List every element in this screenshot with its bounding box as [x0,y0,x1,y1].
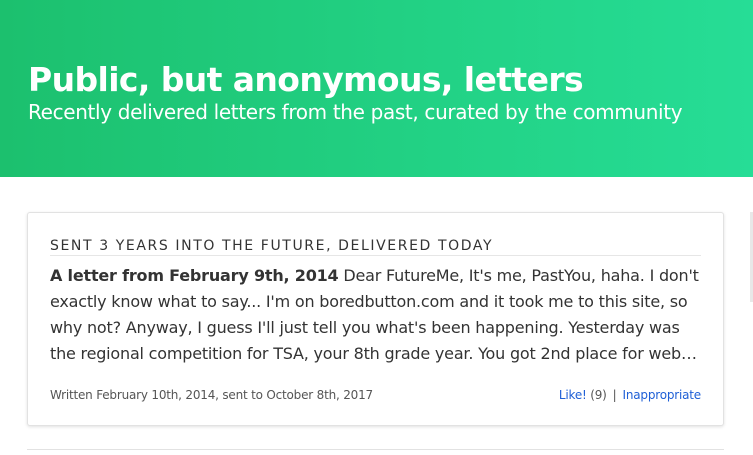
separator: | [612,388,617,402]
letter-footer: Written February 10th, 2014, sent to Oct… [50,386,701,404]
page-title: Public, but anonymous, letters [28,60,584,99]
inappropriate-link[interactable]: Inappropriate [623,388,702,402]
like-link[interactable]: Like! [559,388,587,402]
page-subtitle: Recently delivered letters from the past… [28,100,683,124]
letter-body: A letter from February 9th, 2014 Dear Fu… [50,263,702,367]
next-letter-card [27,449,724,455]
letter-heading: A letter from February 9th, 2014 [50,266,339,285]
letter-kicker: SENT 3 YEARS INTO THE FUTURE, DELIVERED … [50,238,494,254]
divider [50,255,701,256]
written-date: Written February 10th, 2014, sent to Oct… [50,388,373,402]
like-count: (9) [590,388,607,402]
letter-actions: Like! (9) | Inappropriate [559,386,701,404]
hero-banner: Public, but anonymous, letters Recently … [0,0,753,177]
letter-card: SENT 3 YEARS INTO THE FUTURE, DELIVERED … [27,212,724,426]
